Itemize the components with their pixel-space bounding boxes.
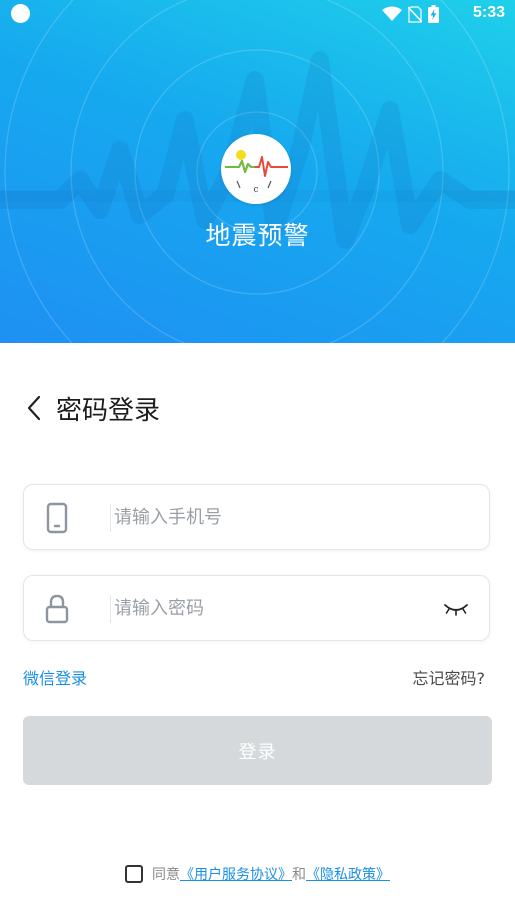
phone-field[interactable] (23, 484, 490, 550)
user-agreement-link[interactable]: 《用户服务协议》 (180, 864, 292, 884)
password-field[interactable] (23, 575, 490, 641)
status-time: 5:33 (472, 4, 505, 21)
forgot-password-link[interactable]: 忘记密码? (413, 665, 486, 689)
app-name: 地震预警 (205, 221, 310, 250)
agreement-checkbox[interactable] (125, 865, 143, 883)
header-banner: 5:33 c 地震预警 (0, 0, 515, 343)
wechat-login-link[interactable]: 微信登录 (23, 665, 87, 689)
status-bar: 5:33 (0, 0, 515, 30)
wifi-icon (382, 6, 402, 21)
privacy-policy-link[interactable]: 《隐私政策》 (306, 864, 390, 884)
password-input[interactable] (114, 588, 434, 628)
lock-icon (45, 594, 69, 624)
agreement-and: 和 (292, 867, 306, 883)
notification-dot-icon (11, 4, 30, 23)
agreement-row: 同意 《用户服务协议》 和 《隐私政策》 (0, 862, 515, 886)
login-button[interactable]: 登录 (23, 716, 492, 785)
back-button[interactable] (26, 388, 48, 428)
phone-input[interactable] (114, 497, 434, 537)
logo-letter: c (253, 185, 258, 195)
page-title-row: 密码登录 (26, 388, 160, 428)
no-sim-icon (408, 5, 422, 23)
login-screen: 5:33 c 地震预警 密码登录 请输入手机号 微信登录 忘记密码? 登录 同意… (0, 0, 515, 915)
field-divider (110, 504, 111, 532)
battery-charging-icon (428, 5, 439, 23)
sun-icon (236, 150, 246, 160)
app-logo: c (221, 134, 291, 204)
agreement-prefix: 同意 (152, 867, 180, 883)
eye-closed-icon[interactable] (443, 598, 469, 620)
phone-icon (46, 502, 68, 534)
page-title: 密码登录 (56, 395, 161, 426)
field-divider (110, 595, 111, 623)
chevron-left-icon (27, 395, 41, 421)
